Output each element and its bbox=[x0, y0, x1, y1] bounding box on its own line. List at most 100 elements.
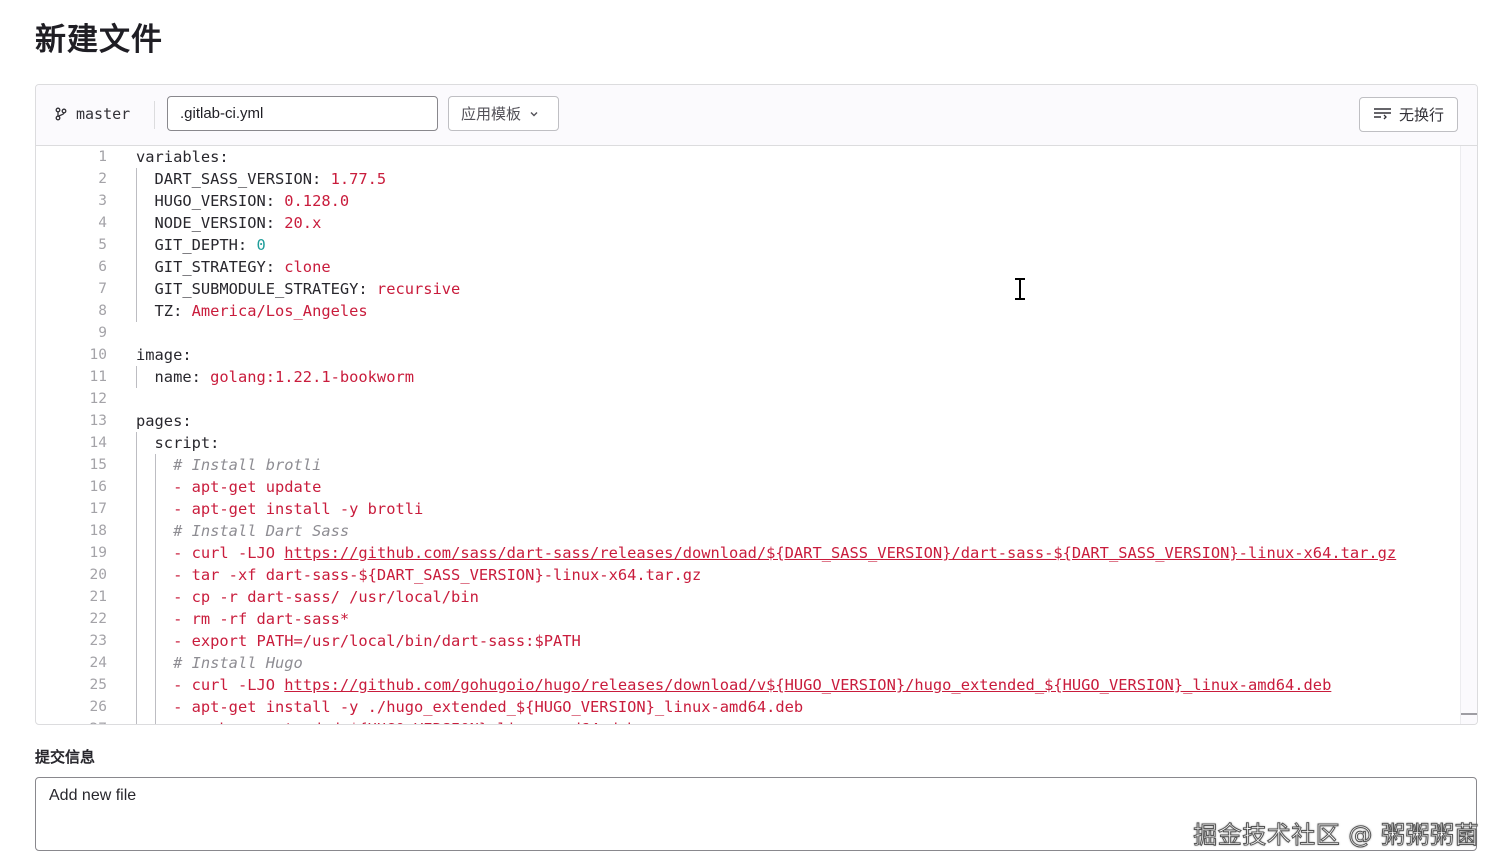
code-token: - tar -xf dart-sass-${DART_SASS_VERSION}… bbox=[173, 566, 702, 584]
code-line[interactable]: 23 - export PATH=/usr/local/bin/dart-sas… bbox=[36, 630, 1476, 652]
code-line[interactable]: 22 - rm -rf dart-sass* bbox=[36, 608, 1476, 630]
line-number: 5 bbox=[98, 237, 107, 253]
code-token[interactable]: https://github.com/sass/dart-sass/releas… bbox=[284, 544, 1396, 562]
code-token: script: bbox=[136, 434, 220, 452]
code-line[interactable]: 4 NODE_VERSION: 20.x bbox=[36, 212, 1476, 234]
code-line[interactable]: 21 - cp -r dart-sass/ /usr/local/bin bbox=[36, 586, 1476, 608]
file-editor: master 应用模板 无换行 1 variables: 2 DART_SASS_V… bbox=[35, 84, 1478, 725]
code-text: name: golang:1.22.1-bookworm bbox=[136, 366, 414, 388]
code-line[interactable]: 8 TZ: America/Los_Angeles bbox=[36, 300, 1476, 322]
code-token[interactable]: https://github.com/gohugoio/hugo/release… bbox=[284, 676, 1331, 694]
code-line[interactable]: 25 - curl -LJO https://github.com/gohugo… bbox=[36, 674, 1476, 696]
apply-template-dropdown[interactable]: 应用模板 bbox=[448, 96, 559, 131]
code-token: GIT_STRATEGY: bbox=[136, 258, 285, 276]
code-line[interactable]: 9 bbox=[36, 322, 1476, 344]
code-token: - apt-get update bbox=[173, 478, 322, 496]
line-number: 18 bbox=[89, 523, 107, 539]
code-line[interactable]: 1 variables: bbox=[36, 146, 1476, 168]
code-text: GIT_SUBMODULE_STRATEGY: recursive bbox=[136, 278, 461, 300]
code-text: variables: bbox=[136, 146, 229, 168]
line-number: 24 bbox=[89, 655, 107, 671]
code-line[interactable]: 19 - curl -LJO https://github.com/sass/d… bbox=[36, 542, 1476, 564]
code-token: 20.x bbox=[284, 214, 322, 232]
line-number: 26 bbox=[89, 699, 107, 715]
code-token: # Install brotli bbox=[173, 456, 322, 474]
code-token: NODE_VERSION: bbox=[136, 214, 285, 232]
vertical-scrollbar[interactable] bbox=[1460, 146, 1477, 724]
line-number: 13 bbox=[89, 413, 107, 429]
code-line[interactable]: 14 script: bbox=[36, 432, 1476, 454]
code-token: - rm -rf dart-sass* bbox=[173, 610, 350, 628]
scrollbar-thumb[interactable] bbox=[1461, 713, 1477, 715]
code-line[interactable]: 18 # Install Dart Sass bbox=[36, 520, 1476, 542]
line-number: 12 bbox=[89, 391, 107, 407]
code-token: pages: bbox=[136, 412, 192, 430]
code-line[interactable]: 11 name: golang:1.22.1-bookworm bbox=[36, 366, 1476, 388]
code-text: - curl -LJO https://github.com/sass/dart… bbox=[136, 542, 1396, 564]
code-line[interactable]: 6 GIT_STRATEGY: clone bbox=[36, 256, 1476, 278]
filename-input[interactable] bbox=[167, 96, 438, 131]
line-number: 10 bbox=[89, 347, 107, 363]
code-line[interactable]: 12 bbox=[36, 388, 1476, 410]
code-line[interactable]: 17 - apt-get install -y brotli bbox=[36, 498, 1476, 520]
code-text: TZ: America/Los_Angeles bbox=[136, 300, 368, 322]
code-text: - apt-get install -y ./hugo_extended_${H… bbox=[136, 696, 803, 718]
code-line[interactable]: 26 - apt-get install -y ./hugo_extended_… bbox=[36, 696, 1476, 718]
page-title: 新建文件 bbox=[35, 22, 163, 58]
code-token: - curl -LJO bbox=[173, 676, 285, 694]
line-number: 8 bbox=[98, 303, 107, 319]
no-wrap-toggle-button[interactable]: 无换行 bbox=[1359, 97, 1458, 132]
code-text: # Install Hugo bbox=[136, 652, 303, 674]
text-cursor-icon bbox=[1014, 277, 1026, 304]
code-token: - export PATH=/usr/local/bin/dart-sass:$… bbox=[173, 632, 581, 650]
code-text: GIT_DEPTH: 0 bbox=[136, 234, 266, 256]
code-token: image: bbox=[136, 346, 192, 364]
line-number: 20 bbox=[89, 567, 107, 583]
line-number: 27 bbox=[36, 718, 107, 724]
code-token: - rm hugo_extended_${HUGO_VERSION}_linux… bbox=[173, 720, 636, 724]
code-token: - cp -r dart-sass/ /usr/local/bin bbox=[173, 588, 479, 606]
code-text: # Install brotli bbox=[136, 454, 321, 476]
code-text: - rm -rf dart-sass* bbox=[136, 608, 349, 630]
code-line[interactable]: 3 HUGO_VERSION: 0.128.0 bbox=[36, 190, 1476, 212]
code-line[interactable]: 27 - rm hugo_extended_${HUGO_VERSION}_li… bbox=[36, 718, 1476, 724]
code-token: name: bbox=[136, 368, 211, 386]
template-dropdown-label: 应用模板 bbox=[461, 105, 522, 123]
code-line[interactable]: 10 image: bbox=[36, 344, 1476, 366]
line-number: 15 bbox=[89, 457, 107, 473]
code-editor[interactable]: 1 variables: 2 DART_SASS_VERSION: 1.77.5 3 … bbox=[36, 146, 1477, 724]
code-line[interactable]: 7 GIT_SUBMODULE_STRATEGY: recursive bbox=[36, 278, 1476, 300]
code-line[interactable]: 15 # Install brotli bbox=[36, 454, 1476, 476]
header-divider bbox=[154, 101, 155, 129]
code-token: GIT_SUBMODULE_STRATEGY: bbox=[136, 280, 377, 298]
code-line[interactable]: 2 DART_SASS_VERSION: 1.77.5 bbox=[36, 168, 1476, 190]
code-token: variables: bbox=[136, 148, 229, 166]
line-number: 7 bbox=[98, 281, 107, 297]
code-token: America/Los_Angeles bbox=[191, 302, 368, 320]
watermark: 掘金技术社区 @ 粥粥粥菌 bbox=[1193, 821, 1479, 850]
wrap-text-icon bbox=[1373, 106, 1393, 124]
line-number: 16 bbox=[89, 479, 107, 495]
code-text: - cp -r dart-sass/ /usr/local/bin bbox=[136, 586, 479, 608]
code-line[interactable]: 13 pages: bbox=[36, 410, 1476, 432]
line-number: 6 bbox=[98, 259, 107, 275]
code-text: - apt-get install -y brotli bbox=[136, 498, 423, 520]
line-number: 17 bbox=[89, 501, 107, 517]
code-line[interactable]: 24 # Install Hugo bbox=[36, 652, 1476, 674]
code-text: image: bbox=[136, 344, 192, 366]
code-line[interactable]: 16 - apt-get update bbox=[36, 476, 1476, 498]
code-line[interactable]: 20 - tar -xf dart-sass-${DART_SASS_VERSI… bbox=[36, 564, 1476, 586]
branch-icon bbox=[54, 107, 68, 121]
code-text: - export PATH=/usr/local/bin/dart-sass:$… bbox=[136, 630, 581, 652]
code-token: - curl -LJO bbox=[173, 544, 285, 562]
code-line[interactable]: 5 GIT_DEPTH: 0 bbox=[36, 234, 1476, 256]
